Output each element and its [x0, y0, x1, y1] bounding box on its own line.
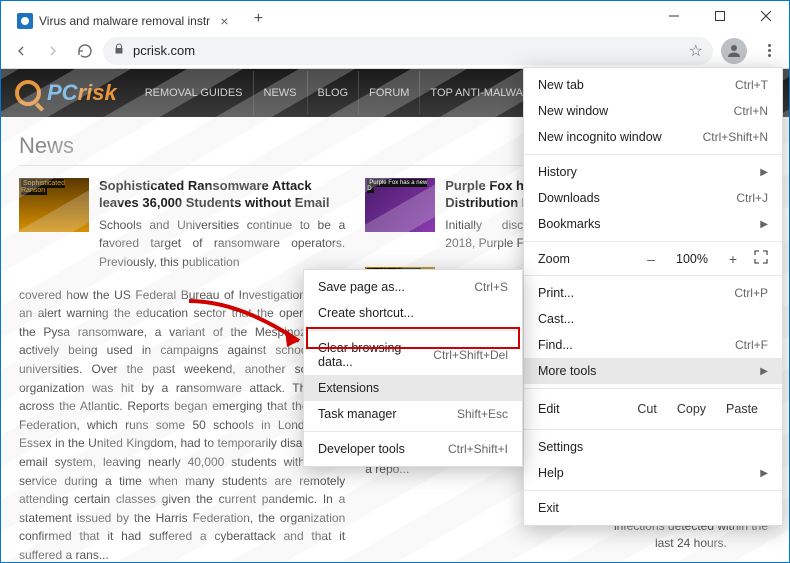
menu-incognito[interactable]: New incognito windowCtrl+Shift+N — [524, 124, 782, 150]
menu-print[interactable]: Print...Ctrl+P — [524, 280, 782, 306]
submenu-dev-tools[interactable]: Developer toolsCtrl+Shift+I — [304, 436, 522, 462]
fullscreen-button[interactable] — [754, 250, 768, 267]
article-thumb — [19, 178, 89, 232]
kebab-icon — [768, 44, 771, 57]
menu-find[interactable]: Find...Ctrl+F — [524, 332, 782, 358]
zoom-in-button[interactable]: + — [722, 251, 744, 267]
chevron-right-icon: ▶ — [760, 219, 768, 230]
new-tab-button[interactable]: + — [244, 5, 272, 33]
menu-exit[interactable]: Exit — [524, 495, 782, 521]
minimize-button[interactable] — [651, 1, 697, 31]
back-button[interactable] — [7, 37, 35, 65]
chevron-right-icon: ▶ — [760, 468, 768, 479]
reload-button[interactable] — [71, 37, 99, 65]
tab-title: Virus and malware removal instr — [39, 14, 210, 28]
submenu-task-manager[interactable]: Task managerShift+Esc — [304, 401, 522, 427]
browser-tab[interactable]: Virus and malware removal instr × — [7, 5, 240, 37]
close-window-button[interactable] — [743, 1, 789, 31]
chevron-right-icon: ▶ — [760, 366, 768, 377]
menu-downloads[interactable]: DownloadsCtrl+J — [524, 185, 782, 211]
site-logo[interactable]: PCrisk — [15, 80, 117, 106]
nav-removal-guides[interactable]: REMOVAL GUIDES — [135, 71, 254, 115]
logo-pc: PC — [47, 80, 78, 106]
window-titlebar: Virus and malware removal instr × + — [1, 1, 789, 33]
menu-history[interactable]: History▶ — [524, 159, 782, 185]
menu-cut[interactable]: Cut — [627, 399, 666, 419]
submenu-extensions[interactable]: Extensions — [304, 375, 522, 401]
profile-avatar[interactable] — [721, 38, 747, 64]
lock-icon — [113, 42, 125, 60]
chevron-right-icon: ▶ — [760, 167, 768, 178]
logo-risk: risk — [78, 80, 117, 106]
nav-forum[interactable]: FORUM — [359, 71, 420, 115]
zoom-out-button[interactable]: – — [640, 251, 662, 267]
favicon-icon — [17, 13, 33, 29]
news-article-1[interactable]: Sophisticated Ransomware Attack leaves 3… — [19, 178, 345, 272]
bookmark-star-icon[interactable]: ☆ — [689, 41, 703, 61]
menu-bookmarks[interactable]: Bookmarks▶ — [524, 211, 782, 237]
menu-edit-row: Edit Cut Copy Paste — [524, 393, 782, 425]
zoom-value: 100% — [672, 252, 712, 266]
article-thumb — [365, 178, 435, 232]
magnifier-icon — [15, 80, 41, 106]
menu-paste[interactable]: Paste — [716, 399, 768, 419]
news-heading: News — [19, 133, 589, 166]
menu-more-tools[interactable]: More tools▶ — [524, 358, 782, 384]
submenu-save-page[interactable]: Save page as...Ctrl+S — [304, 274, 522, 300]
more-tools-submenu: Save page as...Ctrl+S Create shortcut...… — [303, 269, 523, 467]
menu-zoom: Zoom – 100% + — [524, 246, 782, 271]
menu-help[interactable]: Help▶ — [524, 460, 782, 486]
address-bar[interactable]: pcrisk.com ☆ — [103, 37, 713, 65]
chrome-menu-button[interactable] — [755, 37, 783, 65]
menu-cast[interactable]: Cast... — [524, 306, 782, 332]
article-body: covered how the US Federal Bureau of Inv… — [19, 286, 345, 562]
browser-toolbar: pcrisk.com ☆ — [1, 33, 789, 69]
close-tab-icon[interactable]: × — [216, 13, 232, 29]
submenu-clear-browsing[interactable]: Clear browsing data...Ctrl+Shift+Del — [304, 335, 522, 375]
forward-button[interactable] — [39, 37, 67, 65]
nav-news[interactable]: NEWS — [254, 71, 308, 115]
article-lead: Schools and Universities continue to be … — [99, 216, 345, 272]
maximize-button[interactable] — [697, 1, 743, 31]
menu-new-tab[interactable]: New tabCtrl+T — [524, 72, 782, 98]
menu-settings[interactable]: Settings — [524, 434, 782, 460]
menu-new-window[interactable]: New windowCtrl+N — [524, 98, 782, 124]
menu-copy[interactable]: Copy — [667, 399, 716, 419]
url-text: pcrisk.com — [133, 43, 681, 58]
chrome-main-menu: New tabCtrl+T New windowCtrl+N New incog… — [523, 67, 783, 526]
nav-blog[interactable]: BLOG — [308, 71, 360, 115]
submenu-create-shortcut[interactable]: Create shortcut... — [304, 300, 522, 326]
article-title: Sophisticated Ransomware Attack leaves 3… — [99, 178, 345, 212]
window-controls — [651, 1, 789, 31]
